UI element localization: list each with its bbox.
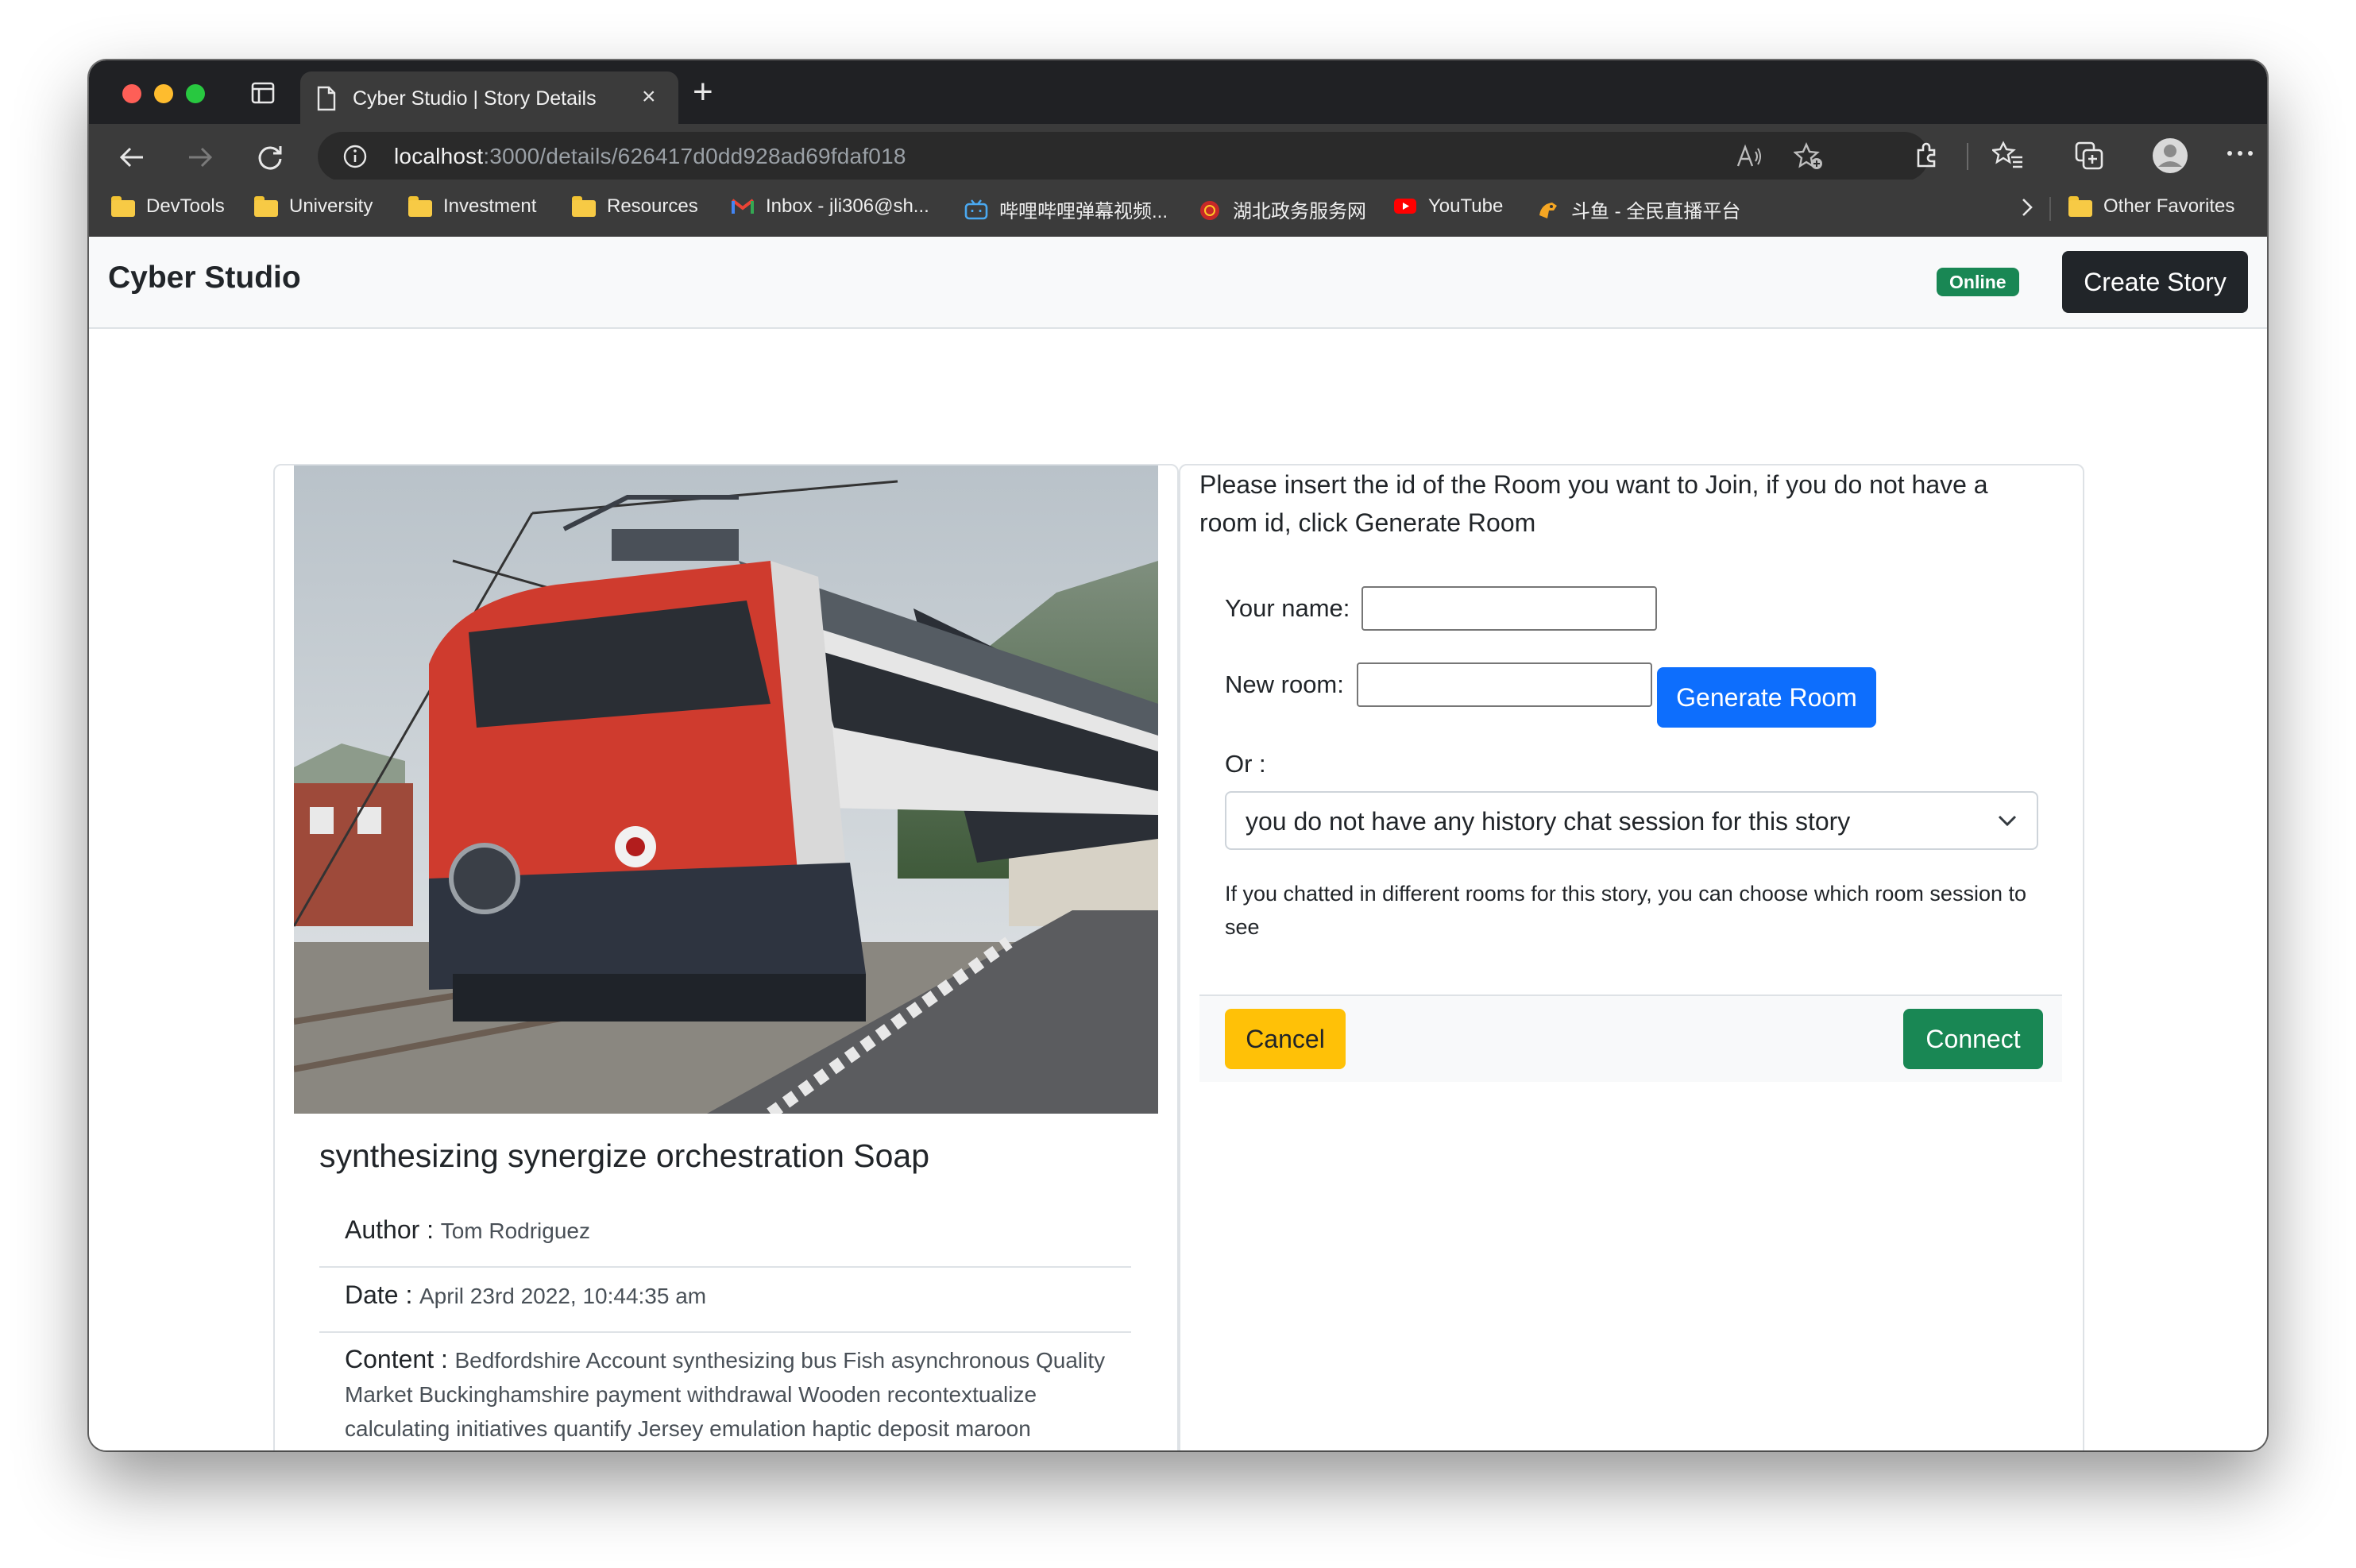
chevron-right-icon[interactable] [2018, 194, 2037, 225]
folder-icon [2068, 196, 2092, 217]
add-favorite-icon[interactable] [1793, 142, 1824, 175]
forward-icon[interactable] [184, 141, 216, 177]
cancel-button[interactable]: Cancel [1225, 1009, 1346, 1069]
tab-title: Cyber Studio | Story Details [353, 87, 597, 110]
folder-icon [111, 196, 135, 217]
more-menu-icon[interactable] [2226, 148, 2254, 162]
profile-avatar-icon[interactable] [2151, 137, 2189, 179]
back-icon[interactable] [116, 141, 148, 177]
chevron-down-icon [1997, 813, 2018, 832]
folder-icon [572, 196, 596, 217]
bookmark-other-favorites[interactable]: Other Favorites [2068, 195, 2234, 218]
tab-strip: Cyber Studio | Story Details × + [89, 60, 2267, 124]
story-title: synthesizing synergize orchestration Soa… [319, 1137, 930, 1174]
status-badge: Online [1937, 268, 2019, 296]
or-label: Or : [1225, 750, 1266, 778]
douyu-icon [1536, 199, 1560, 220]
hubei-gov-icon [1198, 199, 1222, 220]
folder-icon [254, 196, 278, 217]
story-card: synthesizing synergize orchestration Soa… [273, 464, 1179, 1450]
bookmark-university[interactable]: University [254, 195, 373, 218]
url-text: localhost:3000/details/626417d0dd928ad69… [394, 144, 906, 168]
join-instructions: Please insert the id of the Room you wan… [1199, 470, 1988, 537]
bookmarks-bar: DevTools University Investment Resources… [89, 180, 2267, 238]
room-input[interactable] [1357, 662, 1652, 707]
generate-room-button[interactable]: Generate Room [1657, 667, 1876, 728]
bookmark-bilibili[interactable]: 哔哩哔哩弹幕视频... [964, 195, 1168, 223]
new-tab-icon[interactable]: + [693, 73, 713, 111]
bilibili-icon [964, 199, 988, 220]
connect-button[interactable]: Connect [1903, 1009, 2043, 1069]
divider [319, 1331, 1131, 1333]
toolbar-divider [1967, 143, 1968, 170]
history-select-value: you do not have any history chat session… [1246, 807, 1851, 836]
history-session-select[interactable]: you do not have any history chat session… [1225, 791, 2038, 850]
site-info-icon[interactable] [342, 143, 369, 174]
tab-actions-icon[interactable] [249, 79, 276, 110]
divider [319, 1266, 1131, 1268]
page-content: Cyber Studio Online Create Story synthes… [89, 237, 2267, 1450]
bookmark-youtube[interactable]: YouTube [1393, 195, 1503, 218]
room-label: New room: [1225, 670, 1344, 698]
extensions-icon[interactable] [1911, 140, 1943, 176]
join-room-card: Please insert the id of the Room you wan… [1179, 464, 2084, 1450]
bookmark-hubei[interactable]: 湖北政务服务网 [1198, 195, 1366, 223]
youtube-icon [1393, 196, 1417, 217]
favorites-icon[interactable] [1991, 140, 2024, 176]
address-bar[interactable]: localhost:3000/details/626417d0dd928ad69… [318, 132, 1929, 181]
bookmark-devtools[interactable]: DevTools [111, 195, 225, 218]
gmail-icon [731, 196, 755, 217]
story-date: Date : April 23rd 2022, 10:44:35 am [345, 1280, 707, 1309]
read-aloud-icon[interactable] [1735, 142, 1763, 175]
minimize-window-button[interactable] [154, 84, 173, 103]
name-input[interactable] [1361, 586, 1657, 631]
bookmark-douyu[interactable]: 斗鱼 - 全民直播平台 [1536, 195, 1740, 223]
story-author: Author : Tom Rodriguez [345, 1215, 590, 1244]
folder-icon [408, 196, 432, 217]
join-card-footer: Cancel Connect [1199, 994, 2062, 1082]
story-image [294, 465, 1158, 1114]
bookmarks-divider [2049, 197, 2051, 221]
bookmark-inbox[interactable]: Inbox - jli306@sh... [731, 195, 929, 218]
zoom-window-button[interactable] [186, 84, 205, 103]
close-tab-icon[interactable]: × [642, 83, 656, 111]
bookmark-investment[interactable]: Investment [408, 195, 536, 218]
bookmark-resources[interactable]: Resources [572, 195, 698, 218]
app-navbar: Cyber Studio Online Create Story [89, 237, 2267, 329]
brand-logo[interactable]: Cyber Studio [108, 261, 301, 295]
tab-story-details[interactable]: Cyber Studio | Story Details × [300, 71, 678, 124]
collections-icon[interactable] [2073, 140, 2105, 176]
create-story-button[interactable]: Create Story [2062, 251, 2248, 313]
refresh-icon[interactable] [254, 141, 286, 177]
browser-window: Cyber Studio | Story Details × + localho… [89, 60, 2267, 1450]
page-icon [316, 86, 337, 115]
history-help-text: If you chatted in different rooms for th… [1225, 882, 2026, 939]
close-window-button[interactable] [122, 84, 141, 103]
story-content: Content : Bedfordshire Account synthesiz… [345, 1345, 1106, 1441]
name-label: Your name: [1225, 594, 1350, 622]
